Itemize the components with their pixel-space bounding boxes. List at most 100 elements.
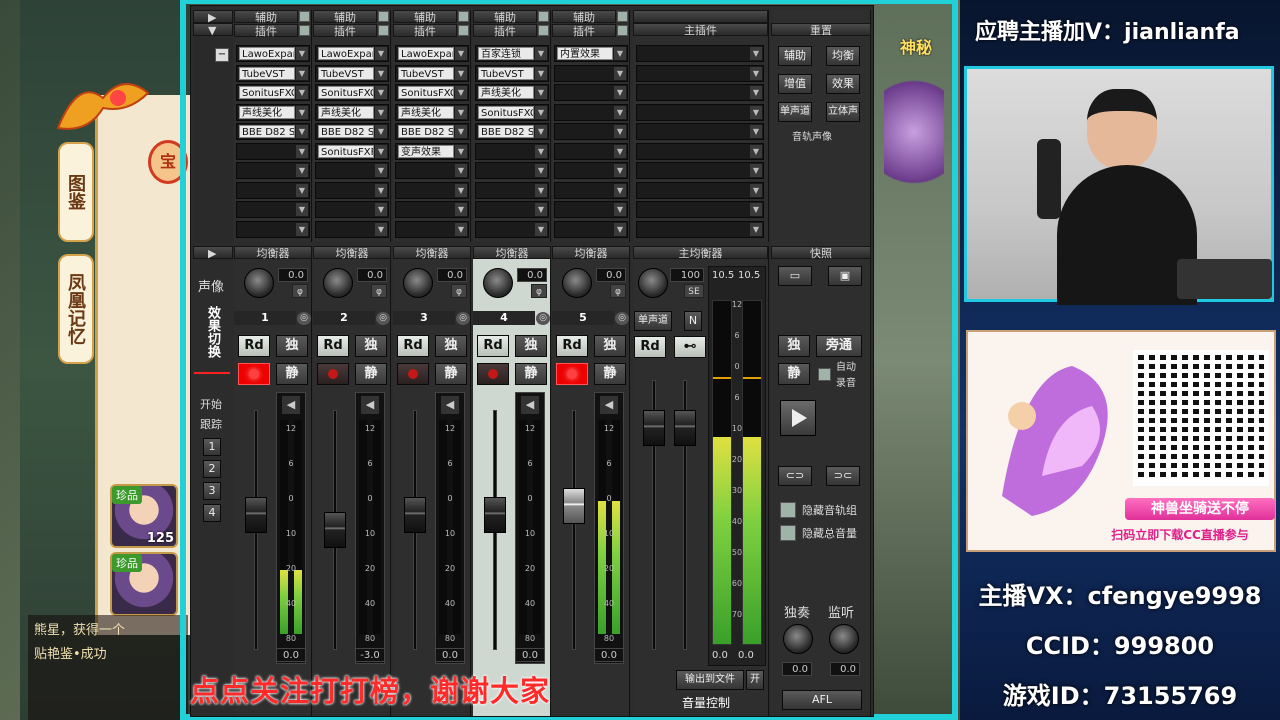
channel-fader[interactable] xyxy=(484,497,506,534)
dropdown-arrow-icon[interactable]: ▼ xyxy=(535,164,547,177)
plugin-slot[interactable]: ▼ xyxy=(554,162,628,179)
plugin-slot[interactable]: ▼ xyxy=(395,201,469,218)
track-button-1[interactable]: 1 xyxy=(203,438,221,456)
afl-button[interactable]: AFL xyxy=(782,690,862,710)
dropdown-arrow-icon[interactable]: ▼ xyxy=(750,125,762,138)
dropdown-arrow-icon[interactable]: ▼ xyxy=(296,105,308,119)
mono-button[interactable]: 单声道 xyxy=(634,311,672,331)
dropdown-arrow-icon[interactable]: ▼ xyxy=(375,47,387,60)
plugin-slot[interactable]: ▼ xyxy=(554,181,628,199)
plugin-slot[interactable]: ▼ xyxy=(554,142,628,160)
plugin-slot[interactable]: ▼ xyxy=(236,142,310,160)
plugin-slot[interactable]: TubeVST ▼ xyxy=(315,64,389,82)
dropdown-arrow-icon[interactable]: ▼ xyxy=(614,164,626,177)
plugin-slot[interactable]: ▼ xyxy=(554,84,628,101)
effect-button[interactable]: 效果 xyxy=(826,74,860,94)
n-button[interactable]: N xyxy=(684,311,702,331)
plugin-slot[interactable]: SonitusFXF ▼ xyxy=(315,142,389,160)
dropdown-arrow-icon[interactable]: ▼ xyxy=(455,47,467,60)
gain-button[interactable]: 增值 xyxy=(778,74,812,94)
master-pan-knob[interactable] xyxy=(638,268,668,298)
mute-button[interactable]: 静 xyxy=(515,363,547,385)
plugin-slot[interactable]: ▼ xyxy=(554,64,628,82)
auto-record-checkbox[interactable] xyxy=(818,368,831,381)
aux-checkbox[interactable] xyxy=(378,11,389,22)
master-mute-button[interactable]: 静 xyxy=(778,363,810,385)
aux-button[interactable]: 辅助 xyxy=(778,46,812,66)
dropdown-arrow-icon[interactable]: ▼ xyxy=(750,203,762,216)
dropdown-arrow-icon[interactable]: ▼ xyxy=(750,105,762,119)
dropdown-arrow-icon[interactable]: ▼ xyxy=(296,86,308,99)
plugin-slot[interactable]: ▼ xyxy=(475,142,549,160)
mute-button[interactable]: 静 xyxy=(276,363,308,385)
eq-button[interactable]: 均衡 xyxy=(826,46,860,66)
dropdown-arrow-icon[interactable]: ▼ xyxy=(455,164,467,177)
dropdown-arrow-icon[interactable]: ▼ xyxy=(750,222,762,236)
dropdown-arrow-icon[interactable]: ▼ xyxy=(535,183,547,197)
dropdown-arrow-icon[interactable]: ▼ xyxy=(535,144,547,158)
plugin-slot[interactable]: ▼ xyxy=(236,181,310,199)
game-tab-phoenix-memory[interactable]: 凤凰记忆 xyxy=(58,254,94,364)
link-left-icon[interactable]: ⊂⊃ xyxy=(778,466,812,486)
game-avatar-1[interactable]: 珍品 125 xyxy=(110,484,178,548)
aux-checkbox[interactable] xyxy=(458,11,469,22)
rd-button[interactable]: Rd xyxy=(317,335,349,357)
master-plugin-slot[interactable]: ▼ xyxy=(636,201,764,218)
plugin-slot[interactable]: 内置效果 ▼ xyxy=(554,45,628,62)
plugin-slot[interactable]: SonitusFXC ▼ xyxy=(236,84,310,101)
dropdown-arrow-icon[interactable]: ▼ xyxy=(375,183,387,197)
master-link-button[interactable]: ⊷ xyxy=(674,336,706,358)
plugin-slot[interactable]: SonitusFXC ▼ xyxy=(475,103,549,121)
dropdown-arrow-icon[interactable]: ▼ xyxy=(375,222,387,236)
channel-settings-icon[interactable]: ◎ xyxy=(297,312,311,325)
solo-button[interactable]: 独 xyxy=(276,335,308,357)
dropdown-arrow-icon[interactable]: ▼ xyxy=(535,203,547,216)
dropdown-arrow-icon[interactable]: ▼ xyxy=(750,86,762,99)
plugin-slot[interactable]: BBE D82 S ▼ xyxy=(475,123,549,140)
hide-master-volume-checkbox[interactable] xyxy=(780,525,796,541)
plugin-slot[interactable]: 声线美化 ▼ xyxy=(395,103,469,121)
plugin-slot[interactable]: SonitusFXC ▼ xyxy=(315,84,389,101)
speaker-icon[interactable]: ◀ xyxy=(441,396,459,414)
dropdown-arrow-icon[interactable]: ▼ xyxy=(375,125,387,138)
dropdown-arrow-icon[interactable]: ▼ xyxy=(750,66,762,80)
master-plugin-slot[interactable]: ▼ xyxy=(636,84,764,101)
plugin-slot[interactable]: ▼ xyxy=(554,123,628,140)
dropdown-arrow-icon[interactable]: ▼ xyxy=(614,86,626,99)
rd-button[interactable]: Rd xyxy=(556,335,588,357)
track-button-4[interactable]: 4 xyxy=(203,504,221,522)
open-button[interactable]: 开 xyxy=(746,670,764,690)
dropdown-arrow-icon[interactable]: ▼ xyxy=(455,105,467,119)
channel-settings-icon[interactable]: ◎ xyxy=(615,312,629,325)
dropdown-arrow-icon[interactable]: ▼ xyxy=(296,144,308,158)
plugin-slot[interactable]: ▼ xyxy=(315,162,389,179)
dropdown-arrow-icon[interactable]: ▼ xyxy=(455,66,467,80)
eq-collapse-arrow-icon[interactable]: ▶ xyxy=(193,246,233,260)
plugin-slot[interactable]: LawoExpan ▼ xyxy=(236,45,310,62)
dropdown-arrow-icon[interactable]: ▼ xyxy=(296,222,308,236)
pan-knob[interactable] xyxy=(483,268,513,298)
plugin-slot[interactable]: TubeVST ▼ xyxy=(475,64,549,82)
mute-button[interactable]: 静 xyxy=(435,363,467,385)
master-fader-left[interactable] xyxy=(643,410,665,446)
dropdown-arrow-icon[interactable]: ▼ xyxy=(455,222,467,236)
plugin-slot[interactable]: BBE D82 S ▼ xyxy=(395,123,469,140)
dropdown-arrow-icon[interactable]: ▼ xyxy=(375,203,387,216)
rd-button[interactable]: Rd xyxy=(397,335,429,357)
game-tab-atlas[interactable]: 图鉴 xyxy=(58,142,94,242)
phase-icon[interactable]: φ xyxy=(292,284,308,298)
link-right-icon[interactable]: ⊃⊂ xyxy=(826,466,860,486)
dropdown-arrow-icon[interactable]: ▼ xyxy=(614,183,626,197)
dropdown-arrow-icon[interactable]: ▼ xyxy=(296,203,308,216)
dropdown-arrow-icon[interactable]: ▼ xyxy=(614,105,626,119)
dropdown-arrow-icon[interactable]: ▼ xyxy=(614,203,626,216)
plugin-slot[interactable]: ▼ xyxy=(236,162,310,179)
dropdown-arrow-icon[interactable]: ▼ xyxy=(535,86,547,99)
phase-icon[interactable]: φ xyxy=(371,284,387,298)
channel-settings-icon[interactable]: ◎ xyxy=(536,312,550,325)
dropdown-arrow-icon[interactable]: ▼ xyxy=(296,125,308,138)
dropdown-arrow-icon[interactable]: ▼ xyxy=(296,183,308,197)
plugin-slot[interactable]: 声线美化 ▼ xyxy=(315,103,389,121)
plugin-slot[interactable]: LawoExpan ▼ xyxy=(395,45,469,62)
record-arm-button[interactable] xyxy=(238,363,270,385)
